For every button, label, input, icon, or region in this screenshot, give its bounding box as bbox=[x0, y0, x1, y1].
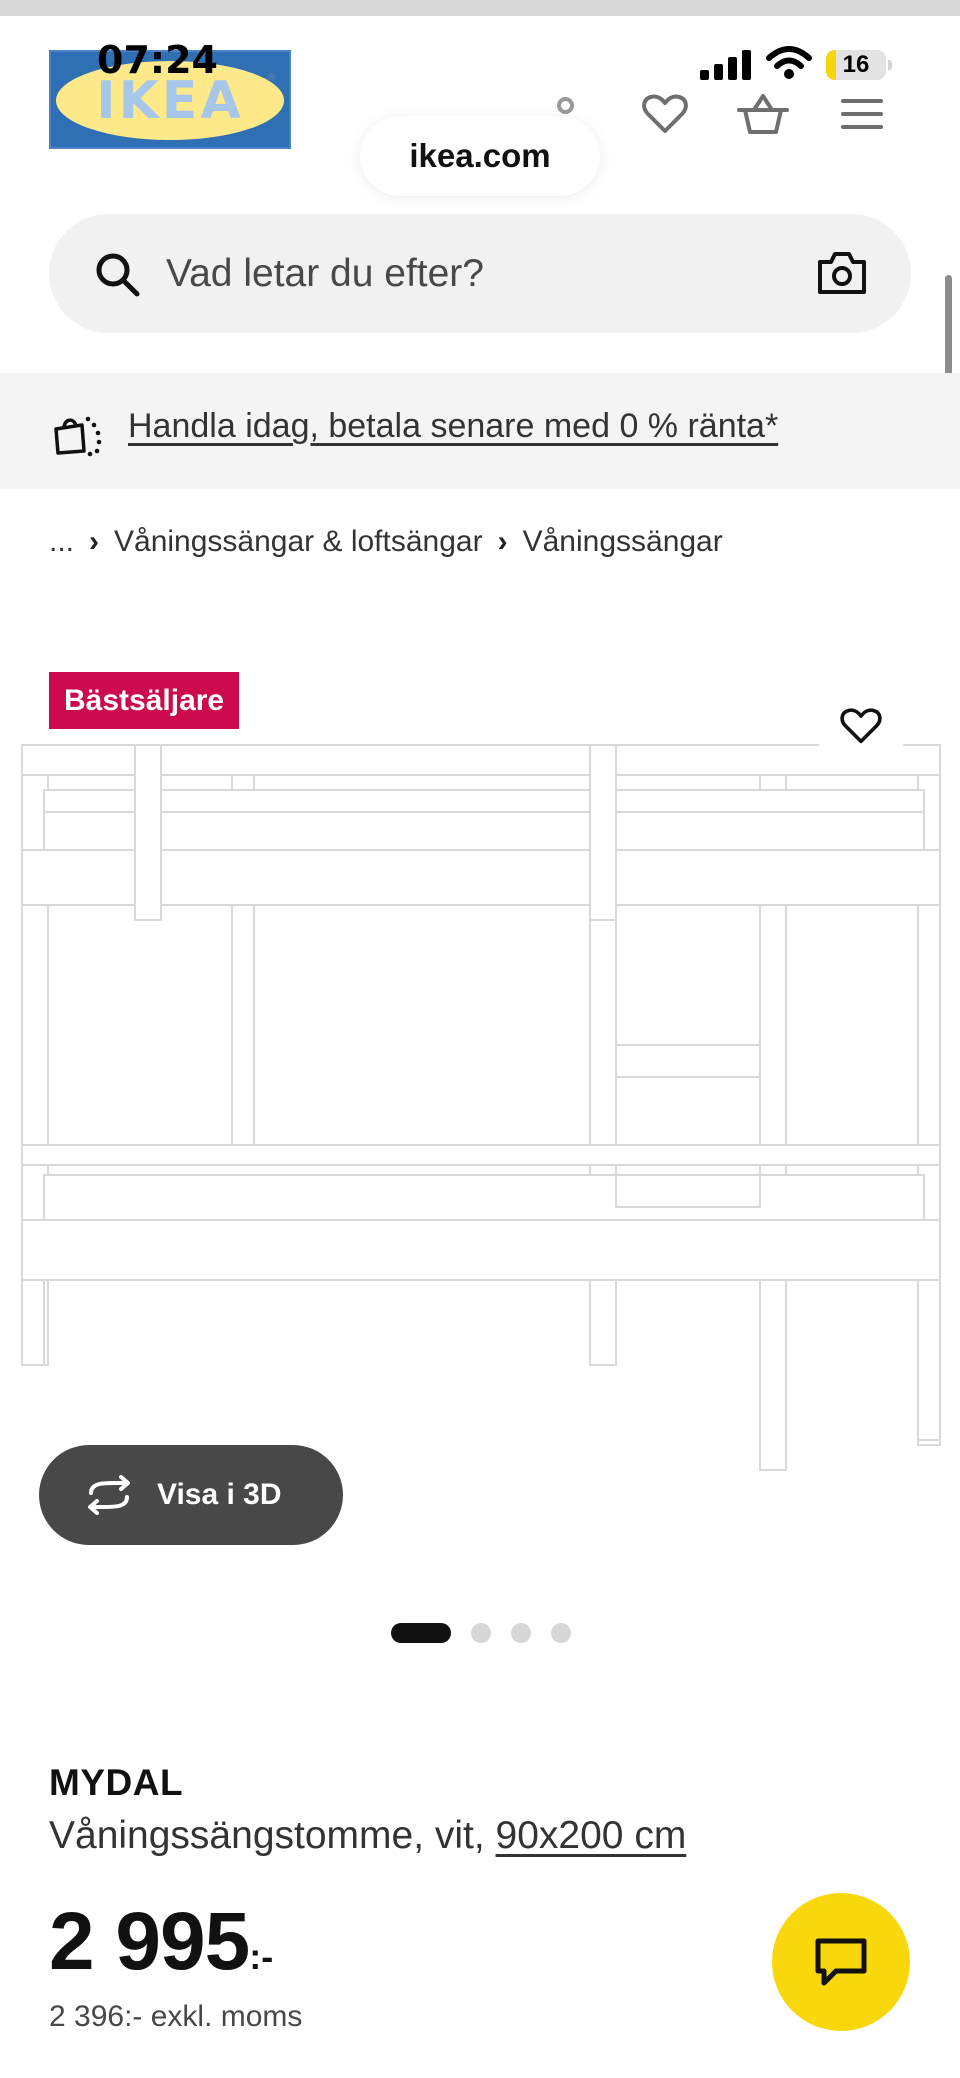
search-bar[interactable]: Vad letar du efter? bbox=[49, 214, 911, 333]
product-size-link[interactable]: 90x200 cm bbox=[496, 1814, 687, 1857]
carousel-dot-2[interactable] bbox=[471, 1623, 491, 1643]
chat-bubble-icon bbox=[815, 1938, 867, 1986]
battery-indicator: 16 bbox=[826, 50, 892, 80]
logo-registered-mark: ® bbox=[267, 72, 275, 83]
heart-icon bbox=[840, 708, 882, 744]
chat-button[interactable] bbox=[772, 1893, 910, 2031]
status-time: 07:24 bbox=[97, 38, 218, 82]
carousel-dot-1[interactable] bbox=[391, 1623, 451, 1643]
url-bar[interactable]: ikea.com bbox=[360, 116, 600, 196]
breadcrumb-ellipsis[interactable]: ... bbox=[49, 525, 74, 559]
carousel-dot-3[interactable] bbox=[511, 1623, 531, 1643]
carousel-dot-4[interactable] bbox=[551, 1623, 571, 1643]
breadcrumb-item-bunk-loft-beds[interactable]: Våningssängar & loftsängar bbox=[114, 525, 483, 559]
breadcrumb: ... › Våningssängar & loftsängar › Vånin… bbox=[49, 520, 723, 564]
cellular-signal-icon bbox=[700, 50, 751, 80]
product-price: 2 995:- bbox=[49, 1895, 273, 1989]
shopping-bag-payment-icon bbox=[54, 416, 102, 457]
cart-icon[interactable] bbox=[735, 86, 791, 142]
chevron-right-icon: › bbox=[497, 525, 508, 558]
heart-icon[interactable] bbox=[637, 86, 693, 142]
chevron-right-icon: › bbox=[89, 525, 100, 558]
heart-icon-glyph bbox=[642, 94, 688, 133]
battery-tip bbox=[888, 60, 892, 70]
wifi-icon bbox=[766, 46, 812, 79]
product-name: MYDAL bbox=[49, 1762, 184, 1803]
promo-banner[interactable]: Handla idag, betala senare med 0 % ränta… bbox=[0, 373, 960, 489]
cart-icon-glyph bbox=[737, 94, 789, 134]
search-icon[interactable] bbox=[93, 250, 141, 298]
view-in-3d-button[interactable]: Visa i 3D bbox=[39, 1445, 343, 1545]
menu-icon[interactable] bbox=[834, 86, 890, 142]
add-to-favorites-button[interactable] bbox=[815, 680, 907, 772]
price-suffix: :- bbox=[249, 1936, 274, 1977]
browser-top-strip bbox=[0, 0, 960, 16]
battery-level: 16 bbox=[842, 51, 870, 78]
breadcrumb-item-bunk-beds[interactable]: Våningssängar bbox=[523, 525, 723, 559]
bestseller-badge: Bästsäljare bbox=[49, 672, 240, 729]
image-carousel-dots bbox=[391, 1623, 571, 1643]
status-icons: 16 bbox=[700, 44, 900, 84]
menu-icon-glyph bbox=[841, 99, 883, 129]
camera-icon[interactable] bbox=[817, 250, 867, 296]
view-in-3d-label: Visa i 3D bbox=[157, 1478, 282, 1511]
product-description-text: Våningssängstomme, vit, bbox=[49, 1814, 496, 1857]
search-input[interactable]: Vad letar du efter? bbox=[166, 214, 484, 333]
price-amount: 2 995 bbox=[49, 1896, 250, 1987]
account-status-dot bbox=[557, 97, 574, 114]
product-description: Våningssängstomme, vit, 90x200 cm bbox=[49, 1814, 686, 1858]
price-excluding-vat: 2 396:- exkl. moms bbox=[49, 2000, 303, 2033]
promo-link[interactable]: Handla idag, betala senare med 0 % ränta… bbox=[128, 373, 778, 489]
rotate-3d-icon bbox=[88, 1475, 130, 1515]
battery-body: 16 bbox=[826, 50, 886, 80]
